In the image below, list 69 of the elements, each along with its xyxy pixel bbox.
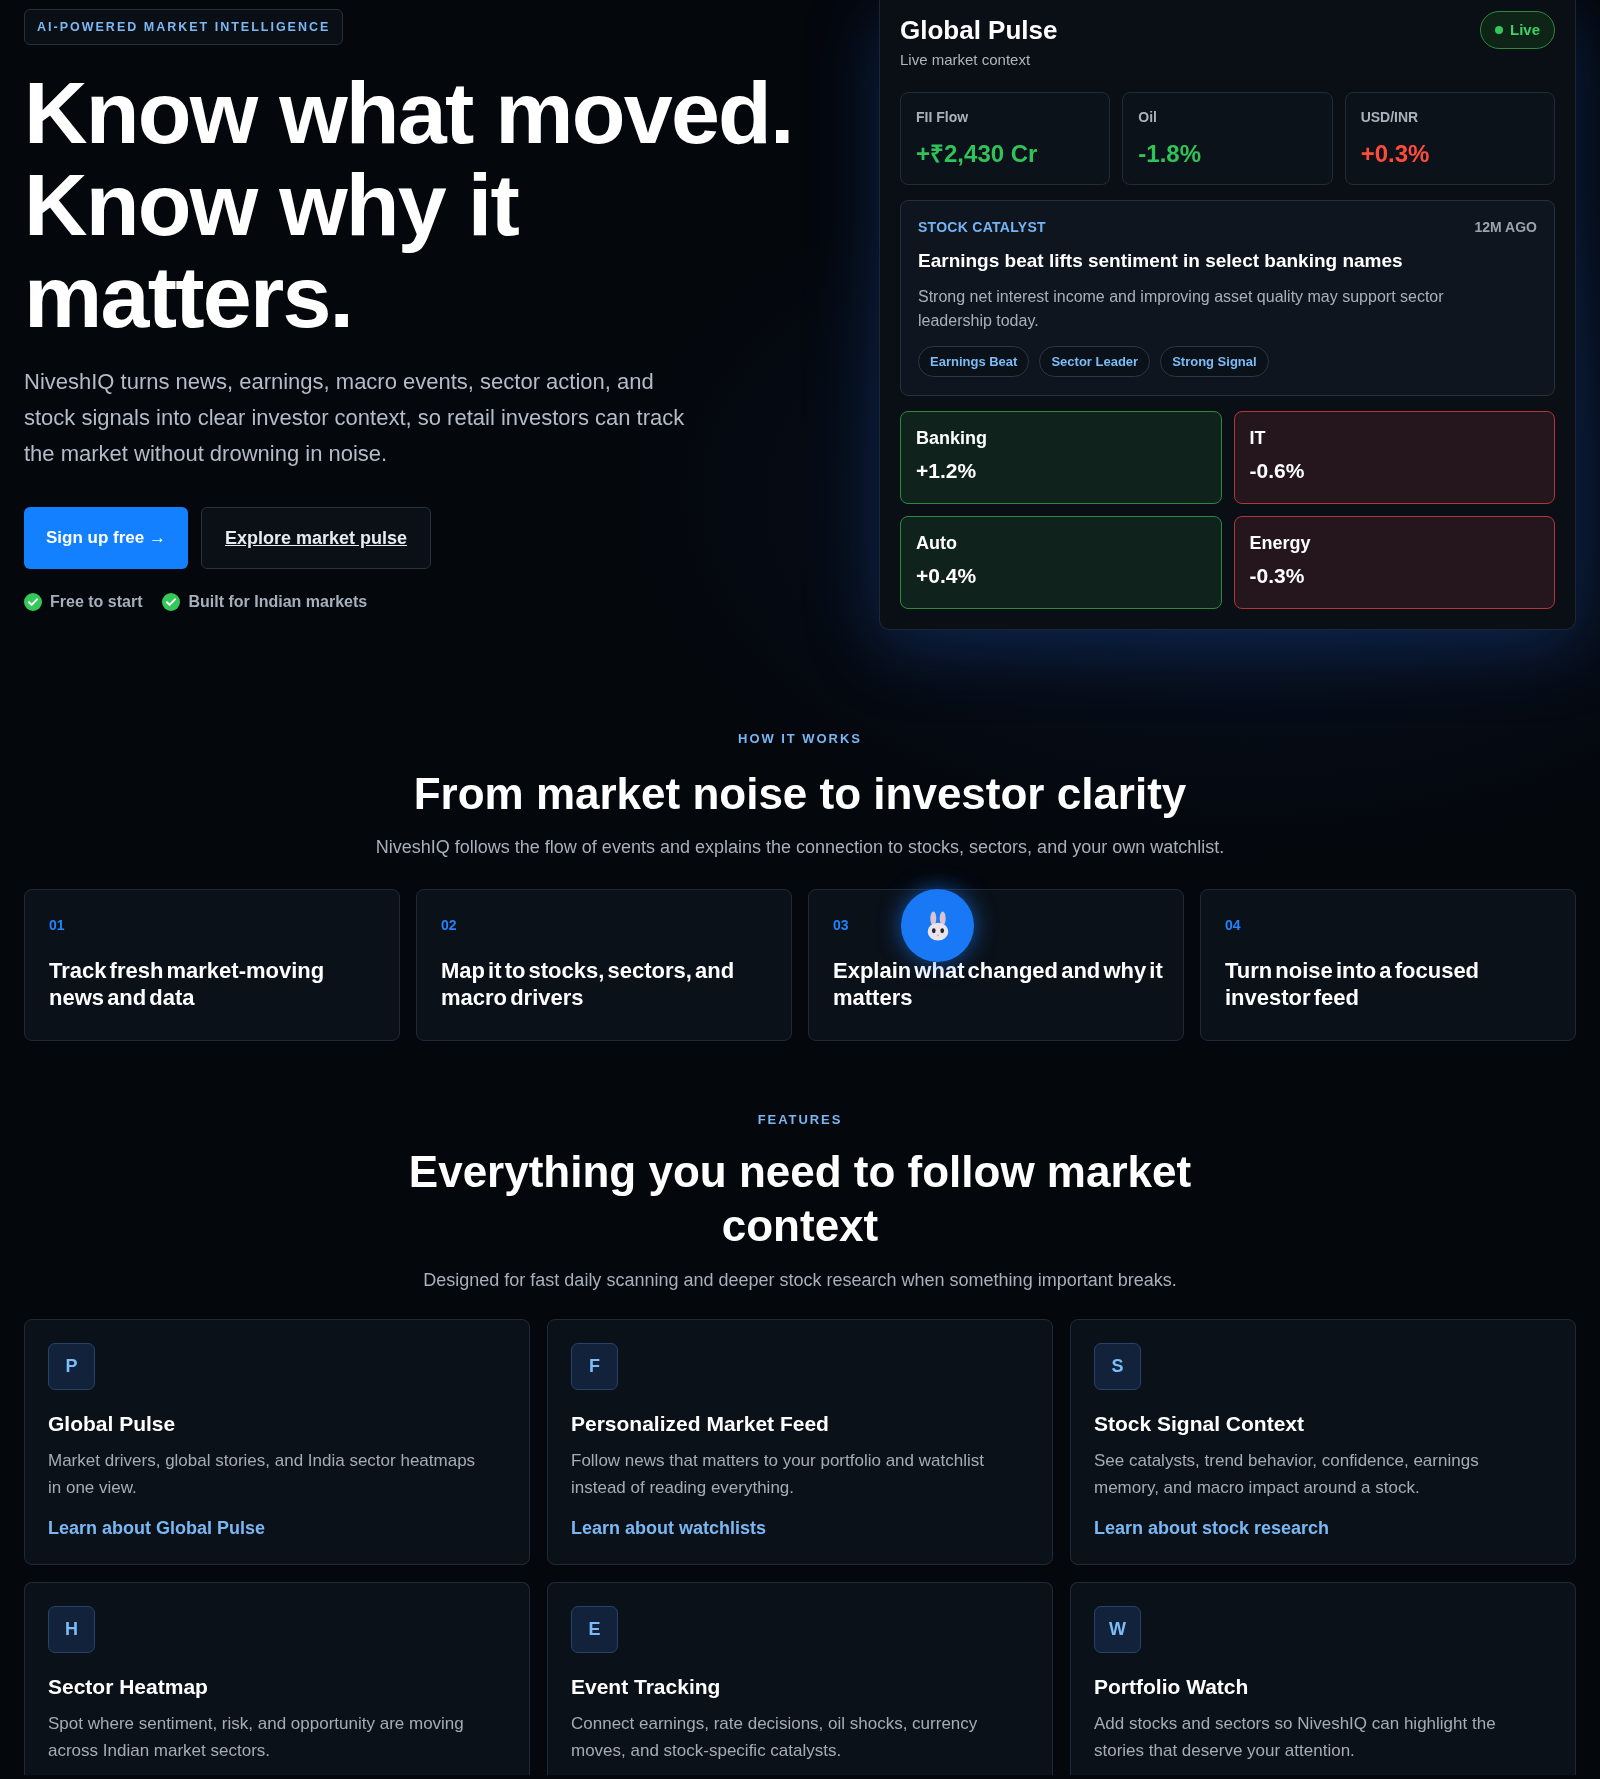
feature-initial-tile: H	[48, 1606, 95, 1653]
section-eyebrow: FEATURES	[757, 1112, 843, 1128]
feature-link[interactable]: Learn about stock research	[1094, 1517, 1330, 1539]
metric-label: Oil	[1138, 108, 1158, 126]
section-heading: From market noise to investor clarity	[412, 768, 1188, 820]
feature-title: Event Tracking	[571, 1674, 722, 1700]
feature-link[interactable]: Learn about watchlists	[571, 1517, 767, 1539]
status-dot-icon	[1495, 26, 1503, 34]
feature-title: Sector Heatmap	[48, 1674, 209, 1700]
catalyst-time: 12M AGO	[1474, 218, 1537, 236]
metric-label: USD/INR	[1360, 108, 1420, 126]
feature-description: Spot where sentiment, risk, and opportunity are moving across Indian market sectors.	[48, 1713, 465, 1762]
sector-name: IT	[1249, 427, 1267, 449]
tag-chip: Strong Signal	[1160, 346, 1269, 377]
section-heading: Everything you need to follow market context	[407, 1146, 1193, 1252]
feature-link[interactable]: Learn about Global Pulse	[48, 1517, 266, 1539]
feature-initial-tile: W	[1094, 1606, 1141, 1653]
metric-value: +0.3%	[1360, 139, 1431, 169]
feature-description: Add stocks and sectors so NiveshIQ can highlight the stories that deserve your attention.	[1094, 1713, 1497, 1762]
feature-initial-tile: F	[571, 1343, 618, 1390]
catalyst-summary: Strong net interest income and improving asset quality may support sector leadership today.	[918, 287, 1445, 331]
feature-description: Follow news that matters to your portfolio and watchlist instead of reading everything.	[571, 1450, 985, 1499]
catalyst-label: STOCK CATALYST	[918, 218, 1046, 236]
sector-change: +0.4%	[916, 563, 978, 589]
step-title: Track fresh market-moving news and data	[49, 957, 326, 1011]
section-subtitle: Designed for fast daily scanning and deeper stock research when something important breaks.	[422, 1269, 1178, 1291]
metric-value: +₹2,430 Cr	[916, 139, 1039, 169]
check-icon	[162, 593, 181, 611]
feature-title: Portfolio Watch	[1094, 1674, 1250, 1700]
tag-chip: Sector Leader	[1039, 346, 1151, 377]
feature-initial-tile: E	[571, 1606, 618, 1653]
highlight-text: Built for Indian markets	[188, 593, 368, 611]
sector-name: Energy	[1249, 532, 1312, 554]
feature-initial-tile: P	[48, 1343, 95, 1390]
feature-title: Global Pulse	[48, 1411, 177, 1437]
feature-title: Personalized Market Feed	[571, 1411, 830, 1437]
step-number: 04	[1225, 917, 1241, 933]
panel-title: Global Pulse	[900, 14, 1058, 46]
metric-label: FII Flow	[916, 108, 970, 126]
section-eyebrow: HOW IT WORKS	[738, 731, 862, 747]
feature-initial-tile: S	[1094, 1343, 1141, 1390]
catalyst-headline: Earnings beat lifts sentiment in select banking names	[918, 249, 1404, 273]
hero-description: NiveshIQ turns news, earnings, macro events, sector action, and stock signals into clear investor context, so retail investors can track the market without drowning in noise.	[24, 368, 686, 468]
step-number: 02	[441, 917, 457, 933]
sector-change: -0.3%	[1249, 563, 1306, 589]
step-number: 03	[833, 917, 849, 933]
sector-change: -0.6%	[1249, 458, 1306, 484]
tagline-badge: AI-POWERED MARKET INTELLIGENCE	[24, 9, 344, 45]
step-title: Map it to stocks, sectors, and macro drivers	[441, 957, 736, 1011]
metric-value: -1.8%	[1138, 139, 1203, 169]
feature-description: Connect earnings, rate decisions, oil shocks, currency moves, and stock-specific catalysts.	[571, 1713, 979, 1762]
sector-name: Banking	[916, 427, 988, 449]
step-number: 01	[49, 917, 65, 933]
panel-subtitle: Live market context	[900, 50, 1032, 70]
highlight-text: Free to start	[50, 593, 143, 611]
sector-name: Auto	[916, 532, 958, 554]
sector-change: +1.2%	[916, 458, 978, 484]
signup-button[interactable]: Sign up free →	[24, 507, 188, 569]
section-subtitle: NiveshIQ follows the flow of events and explains the connection to stocks, sectors, and your own watchlist.	[374, 836, 1226, 858]
hero-heading: Know what moved. Know why it matters.	[24, 67, 794, 343]
step-title: Turn noise into a focused investor feed	[1225, 957, 1481, 1011]
feature-description: See catalysts, trend behavior, confidence, earnings memory, and macro impact around a stock.	[1094, 1450, 1480, 1499]
feature-title: Stock Signal Context	[1094, 1411, 1306, 1437]
feature-description: Market drivers, global stories, and India sector heatmaps in one view.	[48, 1450, 477, 1499]
check-icon	[24, 593, 42, 611]
explore-button[interactable]: Explore market pulse	[200, 507, 432, 569]
tag-chip: Earnings Beat	[918, 346, 1030, 377]
live-status-text: Live	[1510, 19, 1540, 40]
step-title: Explain what changed and why it matters	[833, 957, 1163, 1011]
